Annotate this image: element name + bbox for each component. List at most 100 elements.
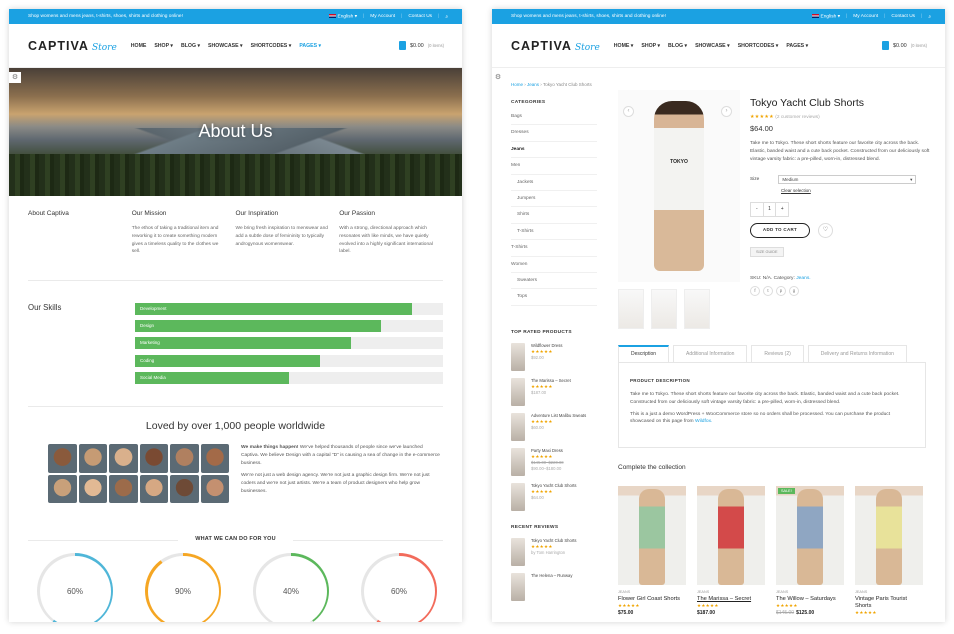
category-item[interactable]: Bags — [511, 109, 597, 126]
my-account-link[interactable]: My Account — [853, 14, 878, 19]
google-plus-icon[interactable]: g — [789, 286, 799, 297]
nav-home[interactable]: HOME ▾ — [614, 43, 634, 49]
product-card[interactable]: SALE! JEANS The Willow – Saturdays ★★★★★ $14… — [776, 481, 844, 617]
nav-showcase[interactable]: SHOWCASE ▾ — [208, 43, 243, 49]
prev-arrow-icon[interactable]: ‹ — [623, 106, 634, 117]
top-rated-item[interactable]: Adventure List Malibu Sweats ★★★★★ $60.00 — [511, 412, 597, 441]
top-rated-item[interactable]: Party Maxi Dress ★★★★★ $145.00–$220.00 $90.… — [511, 447, 597, 476]
product-thumbnail[interactable] — [651, 289, 677, 329]
product-name[interactable]: The Marissa – Secret — [697, 596, 765, 603]
product-page-window: Shop womens and mens jeans, t-shirts, sh… — [492, 9, 945, 622]
product-name[interactable]: The Willow – Saturdays — [776, 596, 844, 603]
breadcrumb-jeans[interactable]: Jeans — [527, 82, 539, 87]
breadcrumb-home[interactable]: Home — [511, 82, 523, 87]
category-item[interactable]: Jumpers — [511, 191, 597, 208]
product-card[interactable]: JEANS Flower Girl Coast Shorts ★★★★★ $75.00 — [618, 481, 686, 617]
nav-pages[interactable]: PAGES ▾ — [786, 43, 808, 49]
tab-delivery-returns[interactable]: Delivery and Returns Information — [807, 345, 907, 363]
product-name[interactable]: Tokyo Yacht Club Shorts — [531, 538, 576, 544]
cart-widget[interactable]: $0.00 (0 items) — [881, 41, 927, 50]
qty-plus-button[interactable]: + — [775, 203, 788, 217]
contact-link[interactable]: Contact Us — [891, 14, 915, 19]
product-name[interactable]: The Marissa – Secret — [531, 378, 571, 384]
product-name[interactable]: Vintage Paris Tourist Shorts — [855, 596, 923, 610]
qty-input[interactable]: 1 — [762, 203, 776, 217]
product-image[interactable] — [855, 481, 923, 585]
category-item[interactable]: Dresses — [511, 125, 597, 142]
category-item[interactable]: Women — [511, 257, 597, 273]
product-name[interactable]: Tokyo Yacht Club Shorts — [531, 483, 576, 489]
top-rated-item[interactable]: Wildflower Dress ★★★★★ $92.00 — [511, 342, 597, 371]
nav-pages[interactable]: PAGES ▾ — [299, 43, 321, 49]
wishlist-heart-icon[interactable]: ♡ — [818, 223, 833, 239]
cart-widget[interactable]: $0.00 (0 items) — [398, 41, 444, 50]
language-selector[interactable]: English ▾ — [811, 13, 840, 19]
tab-description[interactable]: Description — [618, 345, 670, 363]
nav-shop[interactable]: SHOP ▾ — [154, 43, 173, 49]
product-card[interactable]: JEANS The Marissa – Secret ★★★★★ $187.00 — [697, 481, 765, 617]
top-rated-info: The Marissa – Secret ★★★★★ $187.00 — [531, 378, 571, 406]
product-thumbnail[interactable] — [684, 289, 710, 329]
category-item[interactable]: Shirts — [511, 207, 597, 224]
site-logo[interactable]: CAPTIVA Store — [511, 39, 600, 53]
product-card[interactable]: JEANS Vintage Paris Tourist Shorts ★★★★★ — [855, 481, 923, 617]
nav-showcase[interactable]: SHOWCASE ▾ — [695, 43, 730, 49]
site-logo[interactable]: CAPTIVA Store — [28, 39, 117, 53]
top-rated-item[interactable]: The Marissa – Secret ★★★★★ $187.00 — [511, 377, 597, 406]
product-name[interactable]: Adventure List Malibu Sweats — [531, 413, 586, 419]
contact-link[interactable]: Contact Us — [408, 14, 432, 19]
category-item[interactable]: Sweaters — [511, 273, 597, 290]
review-item[interactable]: Tokyo Yacht Club Shorts ★★★★★ by Tom Harri… — [511, 537, 597, 566]
product-name[interactable]: Flower Girl Coast Shorts — [618, 596, 686, 603]
tab-additional-information[interactable]: Additional Information — [673, 345, 748, 363]
product-category[interactable]: JEANS — [776, 590, 844, 594]
size-select[interactable]: Medium ▾ — [778, 175, 917, 185]
review-count-link[interactable]: (2 customer reviews) — [775, 115, 820, 120]
product-thumbnail — [511, 537, 525, 566]
product-category[interactable]: JEANS — [618, 590, 686, 594]
category-item[interactable]: Jackets — [511, 175, 597, 191]
product-image[interactable] — [776, 481, 844, 585]
product-category[interactable]: JEANS — [697, 590, 765, 594]
search-icon[interactable]: ⌕ — [445, 14, 448, 20]
add-to-cart-button[interactable]: ADD TO CART — [750, 223, 810, 239]
pinterest-icon[interactable]: p — [776, 286, 786, 297]
search-icon[interactable]: ⌕ — [928, 14, 931, 20]
product-image[interactable] — [697, 481, 765, 585]
category-item[interactable]: Tops — [511, 289, 597, 306]
nav-shortcodes[interactable]: SHORTCODES ▾ — [738, 43, 779, 49]
wildfox-link[interactable]: Wildfox. — [695, 419, 712, 424]
settings-gear-icon[interactable]: ⚙ — [9, 72, 21, 83]
nav-home[interactable]: HOME — [131, 43, 147, 49]
next-arrow-icon[interactable]: › — [721, 106, 732, 117]
nav-shop[interactable]: SHOP ▾ — [641, 43, 660, 49]
nav-shortcodes[interactable]: SHORTCODES ▾ — [251, 43, 292, 49]
product-name[interactable]: Party Maxi Dress — [531, 448, 564, 454]
tab-reviews[interactable]: Reviews (2) — [751, 345, 804, 363]
product-main-image[interactable]: TOKYO — [618, 90, 740, 282]
product-thumbnail[interactable] — [618, 289, 644, 329]
size-label: Size — [750, 177, 760, 183]
my-account-link[interactable]: My Account — [370, 14, 395, 19]
twitter-icon[interactable]: t — [763, 286, 773, 297]
product-name[interactable]: The Helena – Runway — [531, 573, 572, 579]
category-item[interactable]: T-Shirts — [511, 240, 597, 257]
clear-selection-link[interactable]: Clear selection — [781, 188, 930, 193]
language-selector[interactable]: English ▾ — [328, 13, 357, 19]
facebook-icon[interactable]: f — [750, 286, 760, 297]
product-name[interactable]: Wildflower Dress — [531, 343, 562, 349]
nav-blog[interactable]: BLOG ▾ — [668, 43, 687, 49]
review-item[interactable]: The Helena – Runway — [511, 572, 597, 601]
size-guide-button[interactable]: SIZE GUIDE — [750, 247, 784, 258]
qty-minus-button[interactable]: - — [751, 203, 763, 216]
category-item[interactable]: Men — [511, 158, 597, 175]
product-image[interactable] — [618, 481, 686, 585]
product-category[interactable]: JEANS — [855, 590, 923, 594]
nav-blog[interactable]: BLOG ▾ — [181, 43, 200, 49]
category-item[interactable]: T-Shirts — [511, 224, 597, 241]
top-rated-info: Adventure List Malibu Sweats ★★★★★ $60.00 — [531, 413, 586, 441]
settings-gear-icon[interactable]: ⚙ — [492, 72, 504, 83]
category-link[interactable]: Jeans. — [796, 276, 810, 281]
category-item[interactable]: Jeans — [511, 142, 597, 159]
top-rated-item[interactable]: Tokyo Yacht Club Shorts ★★★★★ $64.00 — [511, 482, 597, 511]
